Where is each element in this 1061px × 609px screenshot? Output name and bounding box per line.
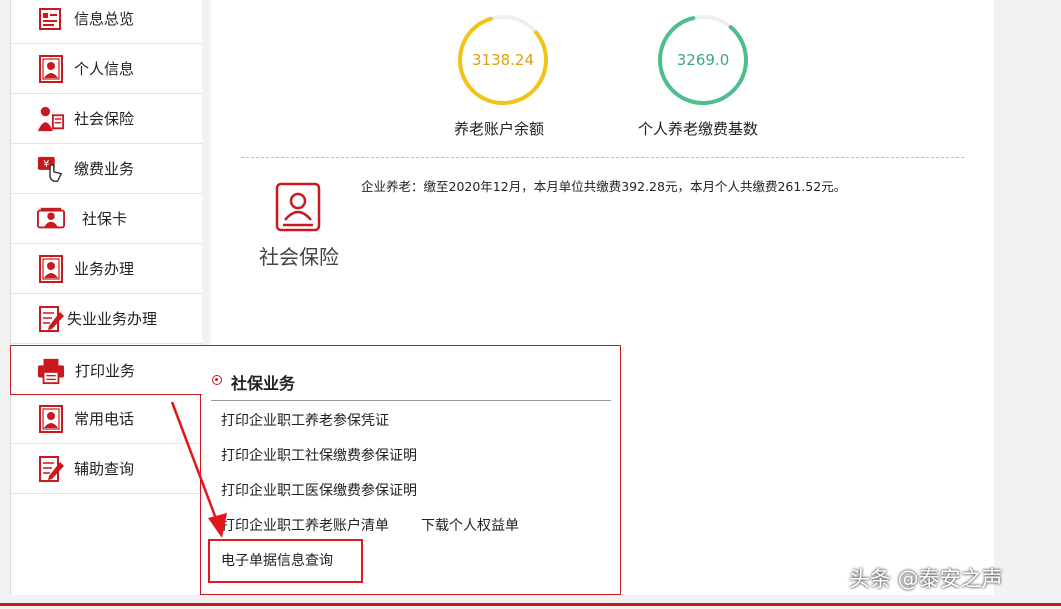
- sidebar-item-social-insurance[interactable]: 社会保险: [11, 94, 202, 144]
- sidebar-item-phone[interactable]: 常用电话: [11, 394, 202, 444]
- sidebar-item-auxiliary-query[interactable]: 辅助查询: [11, 444, 202, 494]
- pension-balance-label: 养老账户余额: [454, 120, 545, 138]
- sidebar-item-label: 社保卡: [82, 210, 128, 228]
- link-print-pension-certificate[interactable]: 打印企业职工养老参保凭证: [221, 410, 389, 430]
- pension-balance-value: 3138.24: [471, 51, 535, 69]
- id-card-icon: [37, 204, 65, 234]
- section-divider: [241, 157, 964, 158]
- insurance-section-title: 社会保险: [259, 245, 339, 269]
- pension-summary-text: 企业养老：缴至2020年12月，本月单位共缴费392.28元，本月个人共缴费26…: [361, 179, 847, 194]
- sidebar-item-label: 辅助查询: [74, 460, 135, 478]
- link-print-pension-account-list[interactable]: 打印企业职工养老账户清单: [221, 515, 389, 535]
- sidebar-item-label: 缴费业务: [74, 160, 135, 178]
- payment-hand-icon: ¥: [37, 154, 65, 184]
- edit-document-icon: [37, 304, 65, 334]
- link-electronic-receipt-query[interactable]: 电子单据信息查询: [221, 550, 333, 570]
- sidebar-item-unemployment[interactable]: 失业业务办理: [11, 294, 202, 344]
- radio-selected-icon: [212, 375, 222, 385]
- sidebar-item-label: 打印业务: [75, 362, 136, 380]
- sidebar-item-print[interactable]: 打印业务: [10, 345, 202, 395]
- dropdown-divider: [211, 400, 611, 401]
- sidebar-item-business[interactable]: 业务办理: [11, 244, 202, 294]
- sidebar-item-label: 常用电话: [74, 410, 135, 428]
- pension-balance-gauge: 3138.24: [456, 13, 550, 107]
- link-print-medical-insurance-proof[interactable]: 打印企业职工医保缴费参保证明: [221, 480, 417, 500]
- person-card-icon: [37, 254, 65, 284]
- contribution-base-value: 3269.0: [676, 51, 730, 69]
- sidebar-item-overview[interactable]: 信息总览: [11, 0, 202, 44]
- bottom-accent-bar: [0, 603, 1061, 606]
- link-download-rights-statement[interactable]: 下载个人权益单: [421, 515, 519, 535]
- edit-document-icon: [37, 454, 65, 484]
- person-card-icon: [37, 54, 65, 84]
- sidebar-item-personal-info[interactable]: 个人信息: [11, 44, 202, 94]
- person-card-icon: [37, 404, 65, 434]
- print-business-dropdown: 社保业务 打印企业职工养老参保凭证 打印企业职工社保缴费参保证明 打印企业职工医…: [200, 345, 621, 595]
- contribution-base-label: 个人养老缴费基数: [638, 120, 759, 138]
- sidebar-item-label: 业务办理: [74, 260, 135, 278]
- sidebar-item-payment[interactable]: ¥ 缴费业务: [11, 144, 202, 194]
- dropdown-title: 社保业务: [231, 374, 296, 393]
- watermark-text: 头条 @泰安之声: [849, 567, 1003, 591]
- printer-icon: [37, 356, 65, 386]
- social-insurance-icon: [37, 104, 65, 134]
- contribution-base-gauge: 3269.0: [656, 13, 750, 107]
- sidebar-item-social-security-card[interactable]: 社保卡: [11, 194, 202, 244]
- overview-icon: [37, 4, 65, 34]
- sidebar-item-label: 个人信息: [74, 60, 135, 78]
- link-print-social-security-proof[interactable]: 打印企业职工社保缴费参保证明: [221, 445, 417, 465]
- insurance-card-icon: [275, 182, 321, 232]
- sidebar-item-label: 信息总览: [74, 10, 135, 28]
- sidebar-item-label: 失业业务办理: [67, 310, 158, 328]
- svg-text:¥: ¥: [43, 159, 49, 170]
- sidebar-item-label: 社会保险: [74, 110, 135, 128]
- sidebar-nav: 信息总览 个人信息 社会保险 ¥ 缴费业务 社保卡 业务办理 失业业务办理 打印…: [10, 0, 202, 595]
